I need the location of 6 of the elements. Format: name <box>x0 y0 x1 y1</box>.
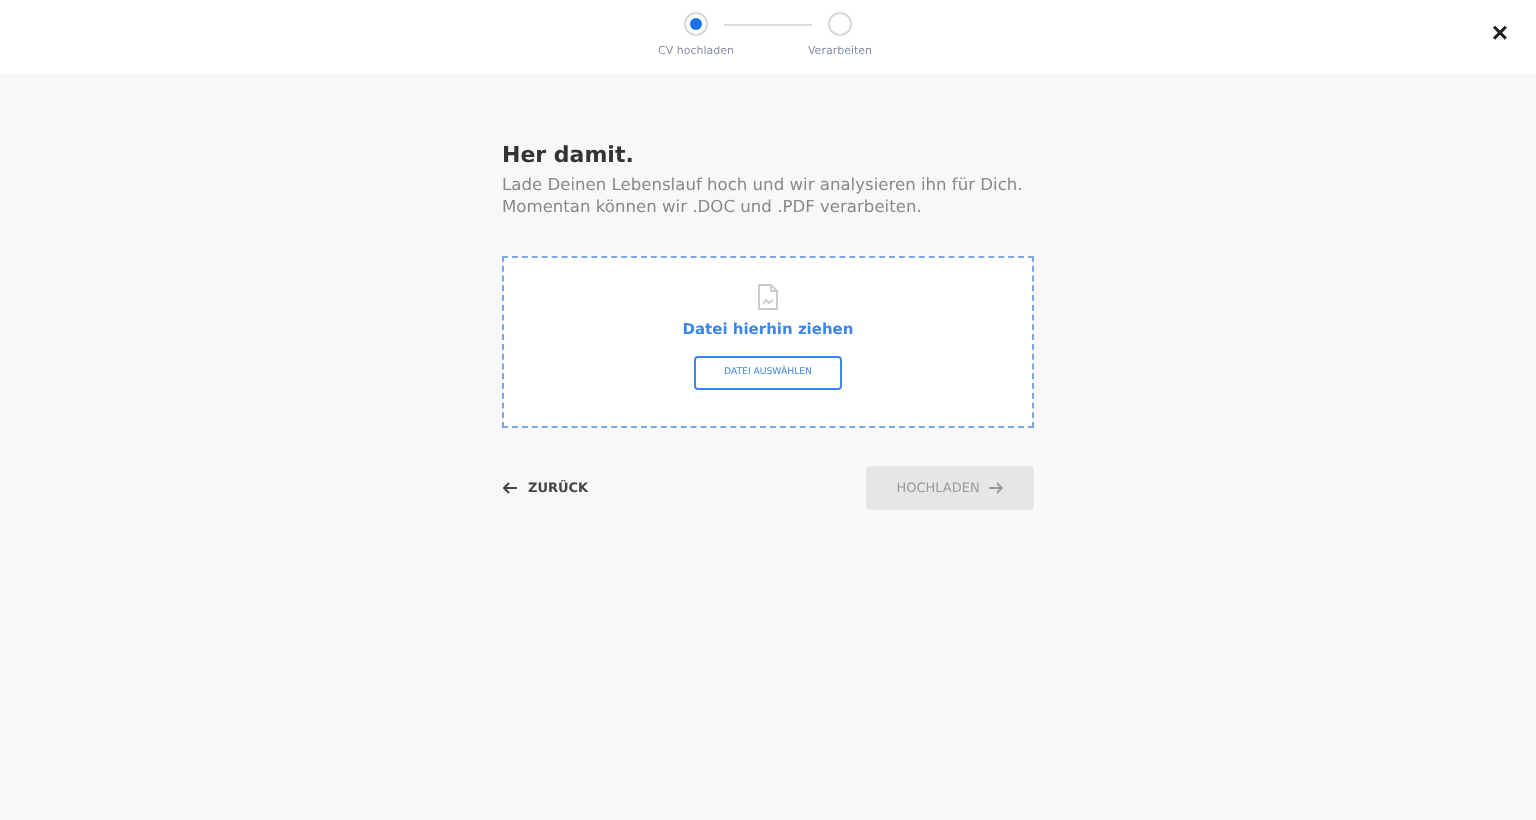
arrow-right-icon <box>987 482 1004 494</box>
page-title: Her damit. <box>502 142 636 168</box>
description: Lade Deinen Lebenslauf hoch und wir analysieren ihn für Dich. Momentan können wir .DOC und .PDF verarbeiten. <box>502 174 1025 218</box>
file-icon <box>758 284 778 310</box>
arrow-left-icon <box>502 482 518 494</box>
close-button[interactable]: × <box>1491 18 1508 46</box>
